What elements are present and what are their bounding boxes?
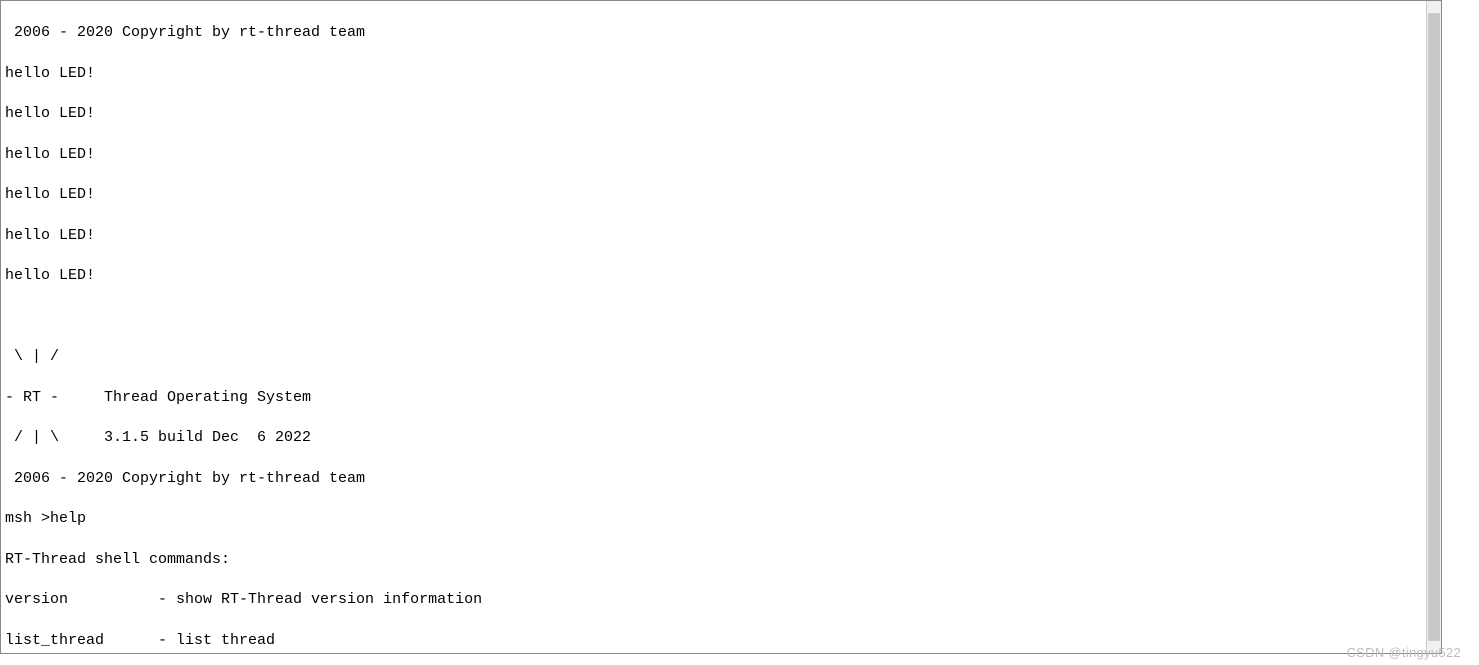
copyright-line: 2006 - 2020 Copyright by rt-thread team	[5, 23, 1437, 43]
hello-line: hello LED!	[5, 185, 1437, 205]
banner-line: - RT - Thread Operating System	[5, 388, 1437, 408]
hello-line: hello LED!	[5, 226, 1437, 246]
watermark-text: CSDN @tingyu522	[1346, 644, 1461, 662]
banner-line: 2006 - 2020 Copyright by rt-thread team	[5, 469, 1437, 489]
command-input[interactable]: help	[50, 509, 86, 529]
banner-line: / | \ 3.1.5 build Dec 6 2022	[5, 428, 1437, 448]
terminal-output[interactable]: 2006 - 2020 Copyright by rt-thread team …	[1, 1, 1441, 654]
prompt-line: msh >help	[5, 509, 1437, 529]
hello-line: hello LED!	[5, 266, 1437, 286]
terminal-window: 2006 - 2020 Copyright by rt-thread team …	[0, 0, 1442, 654]
banner-line: \ | /	[5, 347, 1437, 367]
hello-line: hello LED!	[5, 64, 1437, 84]
help-item: version - show RT-Thread version informa…	[5, 590, 1437, 610]
help-header: RT-Thread shell commands:	[5, 550, 1437, 570]
scrollbar-thumb[interactable]	[1428, 13, 1440, 641]
hello-line: hello LED!	[5, 104, 1437, 124]
shell-prompt: msh >	[5, 509, 50, 529]
blank-line	[5, 307, 1437, 327]
help-item: list_thread - list thread	[5, 631, 1437, 651]
scrollbar-track[interactable]	[1426, 1, 1441, 653]
hello-line: hello LED!	[5, 145, 1437, 165]
